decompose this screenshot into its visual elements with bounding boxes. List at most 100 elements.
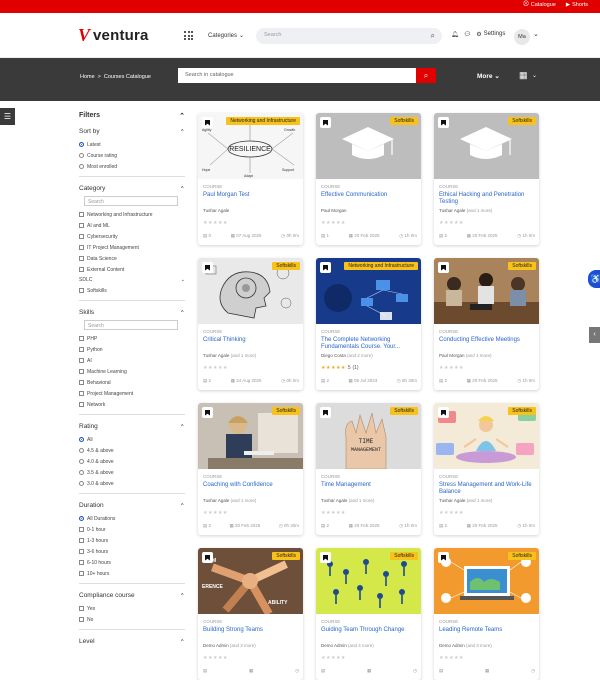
rating-option[interactable]: 4.5 & above	[79, 445, 185, 456]
search-icon[interactable]: ⌕	[431, 31, 435, 41]
skill-option[interactable]: Project Management	[79, 388, 185, 399]
skill-option[interactable]: Network	[79, 399, 185, 410]
chevron-down-icon[interactable]: ⌄	[532, 72, 537, 79]
chevron-up-icon[interactable]: ⌃	[180, 128, 185, 136]
bookmark-icon[interactable]	[202, 117, 213, 128]
category-option[interactable]: Cybersecurity	[79, 231, 185, 242]
duration-option[interactable]: 10+ hours	[79, 568, 185, 579]
chevron-down-icon[interactable]: ⌄	[533, 30, 539, 38]
breadcrumb-home[interactable]: Home	[80, 74, 95, 80]
scroll-up-icon[interactable]: ‹	[589, 327, 600, 343]
course-title[interactable]: Critical Thinking	[203, 337, 299, 344]
course-card[interactable]: Networking and Infrastructure COURSE The C…	[316, 258, 421, 390]
course-title[interactable]: Leading Remote Teams	[439, 627, 535, 634]
bookmark-icon[interactable]	[438, 262, 449, 273]
apps-grid-icon[interactable]	[184, 31, 193, 40]
sort-option[interactable]: Most enrolled	[79, 161, 185, 172]
duration-option[interactable]: 0-1 hour	[79, 524, 185, 535]
rating-option[interactable]: 4.0 & above	[79, 456, 185, 467]
sort-option[interactable]: Latest	[79, 139, 185, 150]
chevron-up-icon[interactable]: ⌃	[180, 185, 185, 193]
chevron-up-icon[interactable]: ⌃	[180, 309, 185, 317]
compliance-option[interactable]: Yes	[79, 603, 185, 614]
skill-option[interactable]: Machine Learning	[79, 366, 185, 377]
bookmark-icon[interactable]	[320, 407, 331, 418]
course-title[interactable]: Paul Morgan Test	[203, 192, 299, 199]
rating-option[interactable]: 3.0 & above	[79, 478, 185, 489]
more-menu[interactable]: More ⌄	[477, 72, 500, 80]
course-card[interactable]: Softskills COURSE Ethical Hacking and Pene…	[434, 113, 539, 245]
sidebar-toggle-icon[interactable]: ☰	[0, 108, 15, 125]
skills-search-input[interactable]: Search	[84, 320, 178, 330]
course-card[interactable]: Softskills COURSE Conducting Effective Mee…	[434, 258, 539, 390]
course-card[interactable]: Softskills COURSE Effective Communication P…	[316, 113, 421, 245]
course-title[interactable]: Stress Management and Work-Life Balance	[439, 482, 535, 496]
category-option[interactable]: Softskills	[79, 285, 185, 296]
collapse-all-icon[interactable]: ⌃	[179, 112, 185, 120]
category-option[interactable]: External Content	[79, 264, 185, 275]
bookmark-icon[interactable]	[438, 117, 449, 128]
duration-option[interactable]: 3-6 hours	[79, 546, 185, 557]
category-search-input[interactable]: Search	[84, 196, 178, 206]
option-label: 6-10 hours	[87, 559, 111, 566]
rating-option[interactable]: 3.5 & above	[79, 467, 185, 478]
course-card[interactable]: Softskills COURSE Coaching with Confidence…	[198, 403, 303, 535]
skill-option[interactable]: Python	[79, 344, 185, 355]
grid-view-icon[interactable]: ▦	[519, 70, 528, 81]
course-card[interactable]: Softskills COURSE Stress Management and Wo…	[434, 403, 539, 535]
course-type: COURSE	[439, 329, 459, 334]
skill-option[interactable]: PHP	[79, 333, 185, 344]
chevron-up-icon[interactable]: ⌃	[180, 423, 185, 431]
skill-option[interactable]: Behavioral	[79, 377, 185, 388]
bookmark-icon[interactable]	[202, 262, 213, 273]
catalogue-link[interactable]: ⛒ Catalogue	[523, 1, 556, 8]
rating-option[interactable]: All	[79, 434, 185, 445]
category-option[interactable]: AI and ML	[79, 220, 185, 231]
category-option[interactable]: Data Science	[79, 253, 185, 264]
course-card[interactable]: TEAMABILITYERENCESoftskillsCOURSEBuildin…	[198, 548, 303, 680]
category-option[interactable]: IT Project Management	[79, 242, 185, 253]
catalogue-search-button[interactable]: ⌕	[416, 68, 436, 83]
course-title[interactable]: Building Strong Teams	[203, 627, 299, 634]
catalogue-search-input[interactable]: Search in catalogue	[178, 68, 416, 83]
sort-option[interactable]: Course rating	[79, 150, 185, 161]
course-title[interactable]: Effective Communication	[321, 192, 417, 199]
category-group-sdlc[interactable]: SDLC ⌄	[79, 277, 185, 283]
chevron-up-icon[interactable]: ⌃	[180, 638, 185, 646]
chevron-up-icon[interactable]: ⌃	[180, 592, 185, 600]
bookmark-icon[interactable]	[320, 262, 331, 273]
bookmark-icon[interactable]	[320, 552, 331, 563]
shorts-link[interactable]: ▶ Shorts	[566, 2, 588, 8]
header-search-input[interactable]: Search ⌕	[256, 28, 442, 44]
bell-icon[interactable]: 🔔︎	[451, 31, 459, 38]
duration-option[interactable]: 1-3 hours	[79, 535, 185, 546]
bookmark-icon[interactable]	[320, 117, 331, 128]
bookmark-icon[interactable]	[202, 407, 213, 418]
course-card[interactable]: TIME MANAGEMENT Softskills COURSE Time Manag…	[316, 403, 421, 535]
bookmark-icon[interactable]	[202, 552, 213, 563]
chevron-up-icon[interactable]: ⌃	[180, 502, 185, 510]
duration-option[interactable]: 6-10 hours	[79, 557, 185, 568]
course-card[interactable]: RESILIENCEAgilityGrowthHopeSupportCourag…	[198, 113, 303, 245]
bookmark-icon[interactable]	[438, 552, 449, 563]
course-card[interactable]: Softskills COURSE Critical Thinking Tushar …	[198, 258, 303, 390]
bookmark-icon[interactable]	[438, 407, 449, 418]
course-title[interactable]: Time Management	[321, 482, 417, 489]
course-card[interactable]: Softskills COURSE Leading Remote Teams Demo…	[434, 548, 539, 680]
duration-option[interactable]: All Durations	[79, 513, 185, 524]
settings-link[interactable]: ⚙ Settings	[476, 31, 505, 38]
category-option[interactable]: Networking and Infrastructure	[79, 209, 185, 220]
skill-option[interactable]: AI	[79, 355, 185, 366]
course-card[interactable]: Softskills COURSE Guiding Team Through Cha…	[316, 548, 421, 680]
accessibility-icon[interactable]: ♿	[588, 270, 600, 288]
chat-icon[interactable]: 💬︎	[464, 31, 472, 38]
categories-menu[interactable]: Categories ⌄	[208, 32, 244, 40]
avatar[interactable]: Ma	[514, 29, 530, 45]
course-title[interactable]: Ethical Hacking and Penetration Testing	[439, 192, 535, 206]
course-title[interactable]: The Complete Networking Fundamentals Cou…	[321, 337, 417, 351]
course-title[interactable]: Conducting Effective Meetings	[439, 337, 535, 344]
course-title[interactable]: Coaching with Confidence	[203, 482, 299, 489]
logo[interactable]: V ventura	[78, 25, 149, 46]
course-title[interactable]: Guiding Team Through Change	[321, 627, 417, 634]
compliance-option[interactable]: No	[79, 614, 185, 625]
